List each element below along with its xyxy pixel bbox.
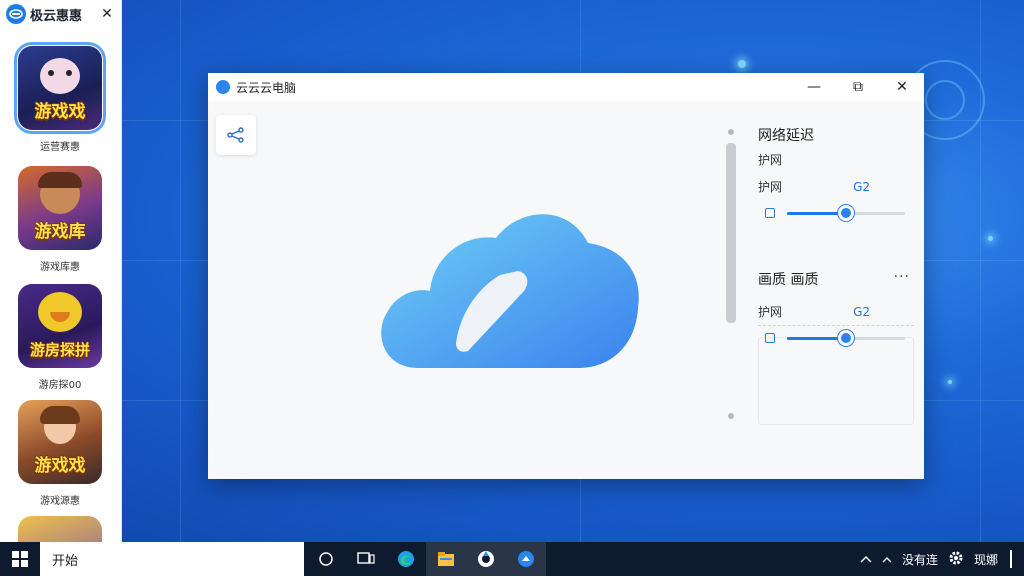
maximize-button[interactable]: ⧉ <box>836 73 880 101</box>
network-row: 护网 G2 <box>758 178 916 195</box>
slider-thumb[interactable] <box>838 205 854 221</box>
game-label: 游戏源惠 <box>40 496 80 507</box>
quality-title-row: 画质 画质 ··· <box>758 269 916 289</box>
taskbar: 开始 没有连 现娜 <box>0 542 1024 576</box>
sidebar: 极云惠惠 ✕ 游戏戏 运营赛惠 游戏库 游戏库惠 游房探拼 游房探00 游戏戏 … <box>0 0 122 542</box>
game-tile-title: 游戏戏 <box>34 102 86 122</box>
window-title: 云云云电脑 <box>236 80 297 95</box>
gear-icon[interactable] <box>948 550 964 569</box>
game-item[interactable]: 游房探拼 游房探00 <box>18 284 102 391</box>
window-titlebar[interactable]: 云云云电脑 — ⧉ ✕ <box>208 73 924 101</box>
game-thumbnail[interactable] <box>18 516 102 542</box>
app-title: 极云惠惠 <box>30 8 83 24</box>
chevron-up-icon[interactable] <box>860 552 872 566</box>
quality-slider-row <box>758 330 916 346</box>
network-checkbox[interactable] <box>765 208 775 218</box>
bg-dot <box>988 236 993 241</box>
cloud-app-button[interactable] <box>506 542 546 576</box>
quality-row-label: 护网 <box>758 305 783 319</box>
quality-title: 画质 画质 <box>758 272 819 288</box>
network-slider[interactable] <box>787 205 905 221</box>
game-label: 运营赛惠 <box>40 142 80 153</box>
game-thumbnail[interactable]: 游戏库 <box>18 166 102 250</box>
cortana-icon <box>319 552 333 566</box>
game-label: 游戏库惠 <box>40 262 80 273</box>
taskbar-search-box[interactable]: 开始 <box>40 542 304 576</box>
network-slider-row <box>758 205 916 221</box>
network-title: 网络延迟 <box>758 128 814 144</box>
edge-button[interactable] <box>386 542 426 576</box>
slider-thumb[interactable] <box>838 330 854 346</box>
app-logo-icon <box>6 4 26 24</box>
game-tile-title: 游戏库 <box>34 222 86 242</box>
edge-icon <box>398 551 414 567</box>
quality-checkbox[interactable] <box>765 333 775 343</box>
network-subtitle: 护网 <box>758 153 783 167</box>
game-tile-title: 游戏戏 <box>34 456 86 476</box>
share-icon <box>227 127 244 143</box>
scroll-thumb[interactable] <box>726 143 736 323</box>
network-row-label: 护网 <box>758 180 783 194</box>
network-row-value: G2 <box>853 179 870 194</box>
share-button[interactable] <box>216 115 256 155</box>
file-explorer-icon <box>438 552 454 566</box>
task-view-button[interactable] <box>346 542 386 576</box>
quality-panel: 画质 画质 ··· 护网 G2 <box>758 269 916 346</box>
tray-clock[interactable]: 现娜 <box>974 551 998 568</box>
quality-card <box>758 337 914 425</box>
quality-row: 护网 G2 <box>758 303 916 320</box>
scroll-up-arrow[interactable] <box>728 129 734 135</box>
search-text: 开始 <box>52 553 79 569</box>
game-item-partial[interactable] <box>18 516 102 542</box>
network-latency-panel: 网络延迟 护网 护网 G2 <box>758 125 916 221</box>
tray-network-status[interactable]: 没有连 <box>902 551 938 568</box>
game-item[interactable]: 游戏库 游戏库惠 <box>18 166 102 273</box>
quality-slider[interactable] <box>787 330 905 346</box>
cloud-app-icon <box>518 551 534 567</box>
close-button[interactable]: ✕ <box>880 73 924 101</box>
windows-icon <box>12 551 28 567</box>
cloud-pc-window: 云云云电脑 — ⧉ ✕ 网络延迟 护网 护网 G2 画质 画质 ··· 护网 G… <box>208 73 924 479</box>
cortana-button[interactable] <box>306 542 346 576</box>
notification-icon[interactable] <box>1010 550 1012 568</box>
character-hair <box>40 406 80 424</box>
character-hair <box>38 172 82 188</box>
game-thumbnail[interactable]: 游房探拼 <box>18 284 102 368</box>
window-app-icon <box>216 80 230 94</box>
system-tray: 没有连 现娜 <box>860 550 1024 569</box>
game-tile-title: 游房探拼 <box>29 341 90 359</box>
app-button[interactable] <box>466 542 506 576</box>
cloud-logo-icon <box>368 193 648 377</box>
bg-dot <box>948 380 952 384</box>
minimize-button[interactable]: — <box>792 73 836 101</box>
sidebar-header: 极云惠惠 ✕ <box>0 0 121 28</box>
more-options-icon[interactable]: ··· <box>894 269 910 285</box>
game-item[interactable]: 游戏戏 运营赛惠 <box>14 42 106 153</box>
close-icon[interactable]: ✕ <box>99 6 115 22</box>
character-eye <box>66 70 72 76</box>
scroll-down-arrow[interactable] <box>728 413 734 419</box>
character-image <box>40 58 80 94</box>
game-label: 游房探00 <box>38 380 82 391</box>
game-item[interactable]: 游戏戏 游戏源惠 <box>18 400 102 507</box>
game-thumbnail[interactable]: 游戏戏 <box>14 42 106 134</box>
bg-line <box>180 0 181 542</box>
scrollbar[interactable] <box>726 129 736 419</box>
game-thumbnail[interactable]: 游戏戏 <box>18 400 102 484</box>
bg-ring <box>925 80 965 120</box>
app-icon <box>478 551 494 567</box>
bg-dot <box>738 60 746 68</box>
start-button[interactable] <box>0 542 40 576</box>
character-eye <box>48 70 54 76</box>
file-explorer-button[interactable] <box>426 542 466 576</box>
quality-row-value: G2 <box>853 304 870 319</box>
task-view-icon <box>357 552 375 564</box>
chevron-up-icon[interactable] <box>882 552 892 566</box>
